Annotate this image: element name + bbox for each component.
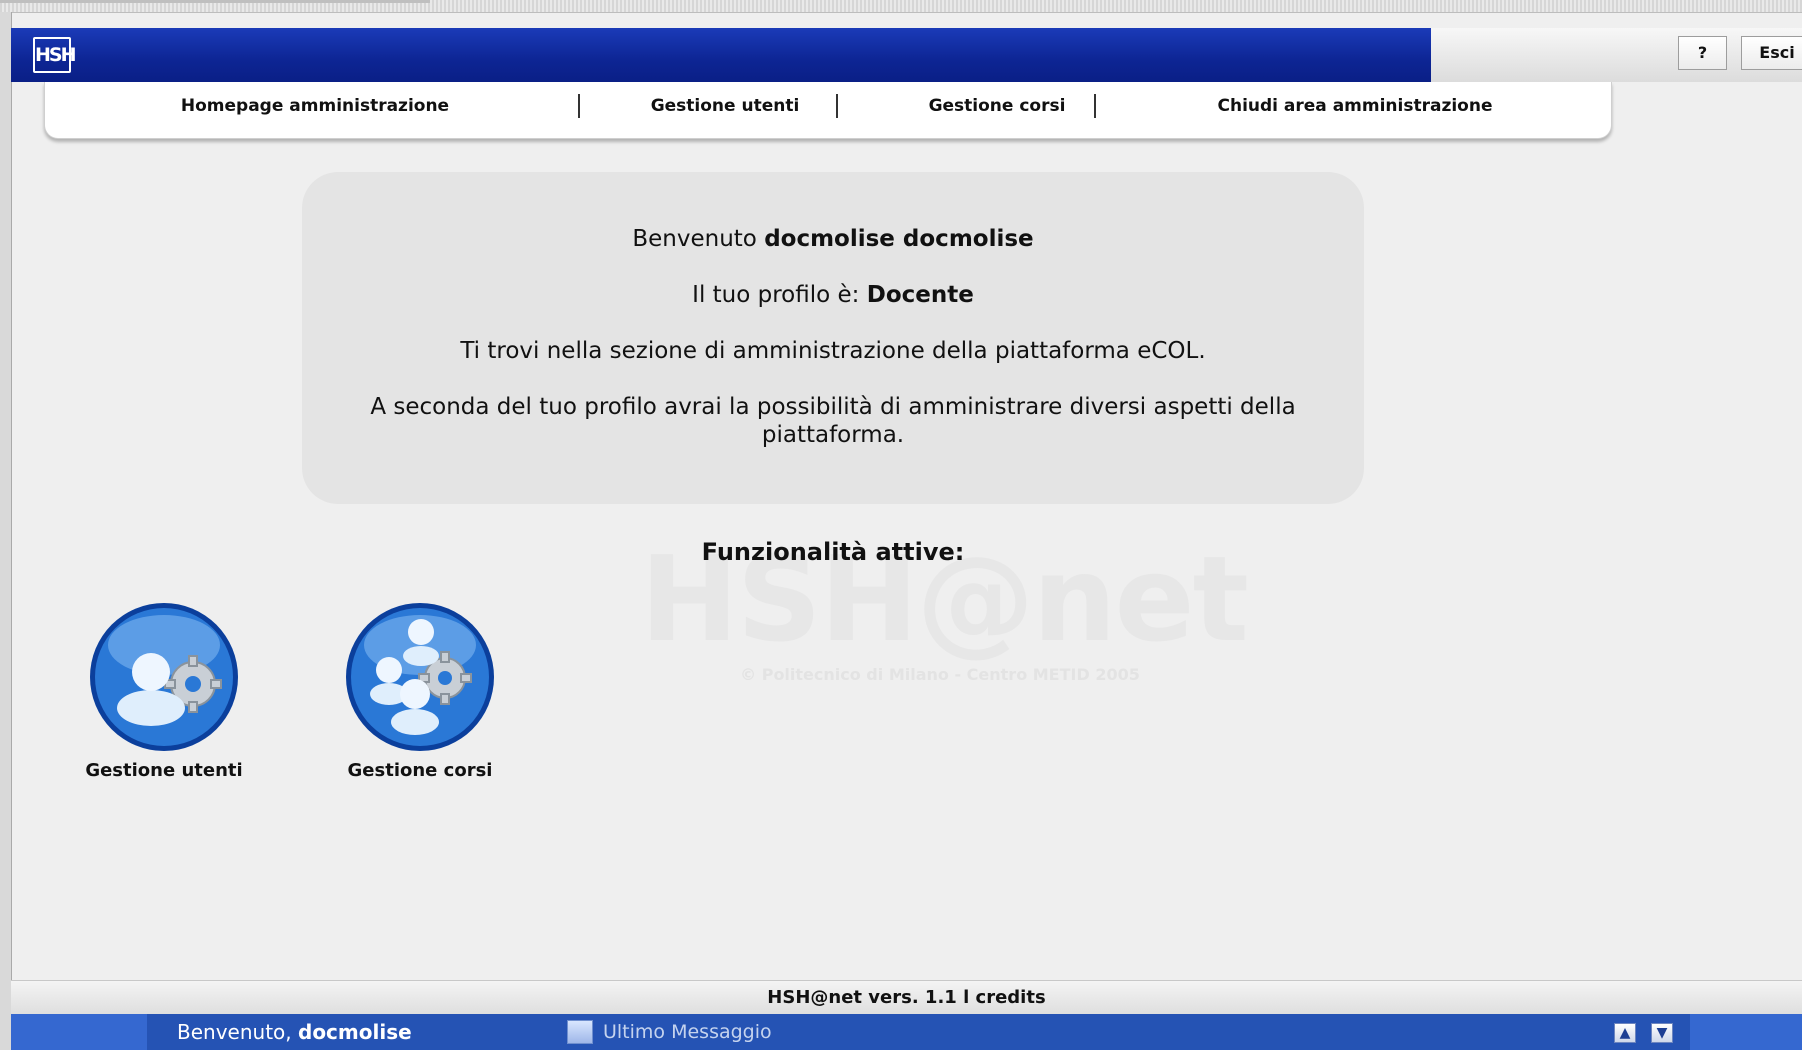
- nav-homepage-admin[interactable]: Homepage amministrazione: [165, 96, 465, 120]
- header-bar: HSH: [11, 28, 1431, 82]
- nav-separator: [578, 94, 580, 118]
- last-message-label[interactable]: Ultimo Messaggio: [603, 1021, 772, 1043]
- credits-link[interactable]: credits: [976, 987, 1046, 1008]
- nav-separator: [836, 94, 838, 118]
- scroll-down-icon[interactable]: ▼: [1651, 1023, 1673, 1043]
- profile-prefix: Il tuo profilo è:: [692, 282, 867, 308]
- watermark-copyright: © Politecnico di Milano - Centro METID 2…: [740, 665, 1140, 684]
- status-username: docmolise: [298, 1020, 412, 1044]
- welcome-prefix: Benvenuto,: [177, 1020, 298, 1044]
- feature-user-management[interactable]: Gestione utenti: [64, 600, 264, 781]
- welcome-panel: Benvenuto docmolise docmolise Il tuo pro…: [302, 172, 1364, 504]
- feature-course-management[interactable]: Gestione corsi: [320, 600, 520, 781]
- welcome-section-text: Ti trovi nella sezione di amministrazion…: [460, 338, 1206, 364]
- nav-course-management[interactable]: Gestione corsi: [877, 96, 1117, 120]
- feature-label[interactable]: Gestione utenti: [64, 760, 264, 781]
- user-full-name: docmolise docmolise: [764, 226, 1034, 252]
- exit-button[interactable]: Esci: [1741, 36, 1802, 70]
- statusbar: Benvenuto, docmolise Ultimo Messaggio ▲ …: [11, 1014, 1802, 1050]
- welcome-profile: Il tuo profilo è: Docente: [302, 282, 1364, 308]
- greeting-prefix: Benvenuto: [632, 226, 765, 252]
- statusbar-inner: Benvenuto, docmolise Ultimo Messaggio ▲ …: [147, 1014, 1690, 1050]
- window-frame-left: [0, 12, 12, 1050]
- footer-separator: l: [963, 987, 970, 1008]
- help-button[interactable]: ?: [1678, 36, 1727, 70]
- window-tab: [0, 0, 430, 3]
- footer-version: HSH@net vers. 1.1 l credits: [11, 987, 1802, 1008]
- feature-label[interactable]: Gestione corsi: [320, 760, 520, 781]
- welcome-greeting: Benvenuto docmolise docmolise: [302, 226, 1364, 252]
- version-text: HSH@net vers. 1.1: [767, 987, 957, 1008]
- nav-close-admin[interactable]: Chiudi area amministrazione: [1165, 96, 1545, 120]
- window-frame-top: [0, 0, 1802, 13]
- group-gear-icon: [346, 603, 494, 751]
- hsh-logo[interactable]: HSH: [33, 37, 77, 73]
- message-icon[interactable]: [567, 1020, 593, 1044]
- welcome-description-line1: A seconda del tuo profilo avrai la possi…: [370, 394, 1296, 420]
- scroll-up-icon[interactable]: ▲: [1614, 1023, 1636, 1043]
- nav-user-management[interactable]: Gestione utenti: [605, 96, 845, 120]
- footer: HSH@net vers. 1.1 l credits: [11, 980, 1802, 1015]
- welcome-description-line2: piattaforma.: [761, 422, 905, 448]
- user-gear-icon: [90, 603, 238, 751]
- active-functions-title: Funzionalità attive:: [701, 538, 965, 566]
- admin-nav-bar: Homepage amministrazione Gestione utenti…: [44, 82, 1612, 139]
- nav-separator: [1094, 94, 1096, 118]
- header-actions: ? Esci: [1431, 28, 1802, 82]
- profile-role: Docente: [866, 282, 974, 308]
- status-welcome: Benvenuto, docmolise: [177, 1020, 412, 1044]
